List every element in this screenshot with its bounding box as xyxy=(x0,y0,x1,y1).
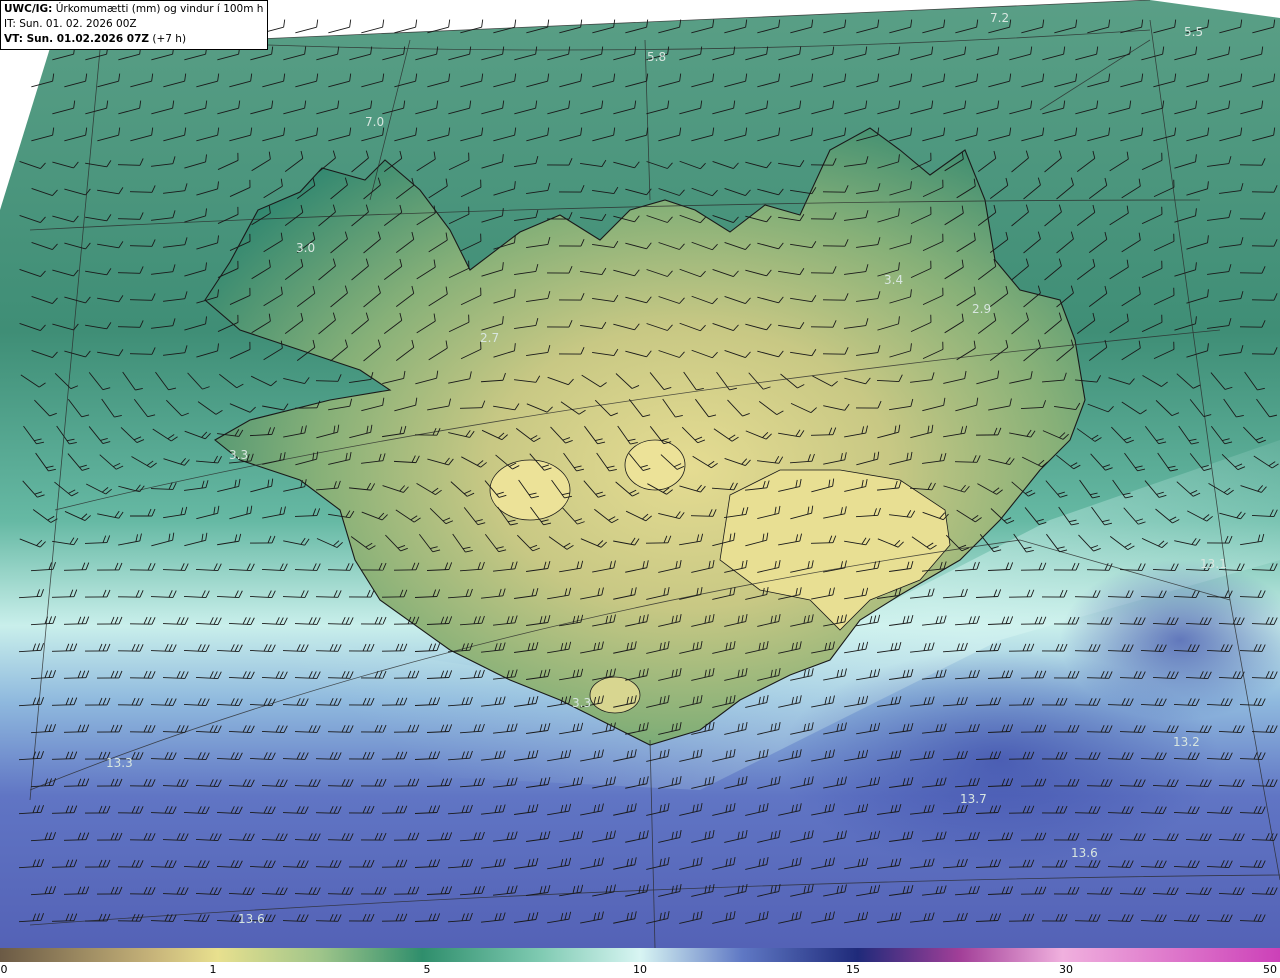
field-value-label: 5.5 xyxy=(1184,25,1203,39)
forecast-map: 7.2 5.5 5.8 7.0 3.0 3.4 2.9 2.7 3.3 13.1… xyxy=(0,0,1280,948)
colorbar-strip xyxy=(0,948,1280,962)
valid-time-row: VT: Sun. 01.02.2026 07Z (+7 h) xyxy=(4,32,264,47)
title-row: UWC/IG: Úrkomumætti (mm) og vindur í 100… xyxy=(4,2,264,17)
field-value-label: 7.2 xyxy=(990,11,1009,25)
field-value-label: 13.2 xyxy=(1173,735,1200,749)
colorbar-tick-label: 0 xyxy=(0,963,8,976)
field-value-label: 13.1 xyxy=(1200,557,1227,571)
field-value-label: 7.0 xyxy=(365,115,384,129)
map-panel: 7.2 5.5 5.8 7.0 3.0 3.4 2.9 2.7 3.3 13.1… xyxy=(0,0,1280,948)
colorbar: 0 1 5 10 15 30 50 xyxy=(0,948,1280,978)
field-value-label: 3.0 xyxy=(296,241,315,255)
init-time: IT: Sun. 01. 02. 2026 00Z xyxy=(4,18,137,30)
colorbar-tick-label: 5 xyxy=(423,963,431,976)
map-title: Úrkomumætti (mm) og vindur í 100m hæð xyxy=(55,3,264,15)
colorbar-tick-label: 50 xyxy=(1263,963,1277,976)
glacier-myrdalsjokull xyxy=(589,676,641,714)
field-value-label: 13.7 xyxy=(960,792,987,806)
valid-time: VT: Sun. 01.02.2026 07Z xyxy=(4,33,150,45)
field-value-label: 3.3 xyxy=(572,696,591,710)
colorbar-tick-label: 1 xyxy=(209,963,217,976)
colorbar-tick-label: 10 xyxy=(633,963,647,976)
field-value-label: 13.3 xyxy=(106,756,133,770)
field-value-label: 2.9 xyxy=(972,302,991,316)
colorbar-tick-label: 15 xyxy=(846,963,860,976)
field-value-label: 13.6 xyxy=(238,912,265,926)
glacier-hofsjokull xyxy=(624,439,686,491)
field-value-label: 3.3 xyxy=(229,448,248,462)
field-value-label: 13.6 xyxy=(1071,846,1098,860)
header-info-box: UWC/IG: Úrkomumætti (mm) og vindur í 100… xyxy=(0,0,268,50)
glacier-langjokull xyxy=(489,459,571,521)
field-value-label: 5.8 xyxy=(647,50,666,64)
field-value-label: 3.4 xyxy=(884,273,903,287)
field-value-label: 2.7 xyxy=(480,331,499,345)
colorbar-tick-label: 30 xyxy=(1059,963,1073,976)
valid-offset: (+7 h) xyxy=(152,33,187,45)
model-label: UWC/IG: xyxy=(4,3,53,15)
